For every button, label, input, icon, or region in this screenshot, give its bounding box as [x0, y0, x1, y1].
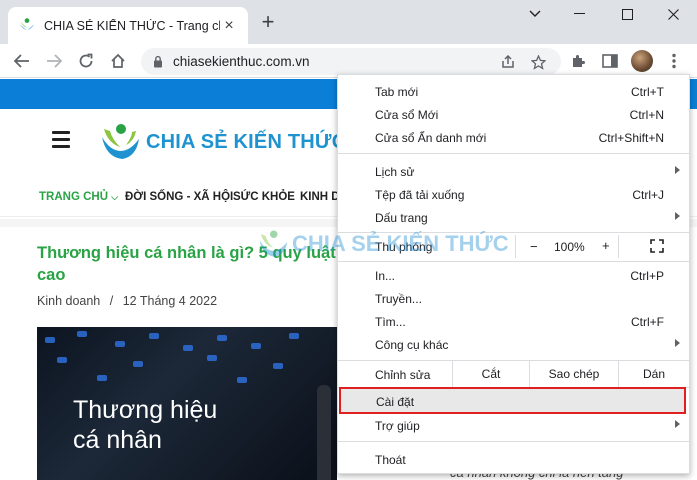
browser-toolbar: chiasekienthuc.com.vn — [0, 44, 697, 78]
menu-item-new-tab[interactable]: Tab mới Ctrl+T — [338, 80, 689, 103]
zoom-out-button[interactable]: − — [530, 239, 538, 254]
meta-separator: / — [109, 294, 114, 308]
menu-separator — [338, 232, 689, 233]
new-tab-icon[interactable]: + — [257, 11, 279, 34]
chevron-down-icon: ⌵ — [111, 192, 119, 202]
menu-item-zoom: Thu phóng − 100% + — [338, 235, 689, 258]
menu-item-incognito[interactable]: Cửa sổ Ẩn danh mới Ctrl+Shift+N — [338, 126, 689, 149]
nav-item-doi-song[interactable]: ĐỜI SỐNG - XÃ HỘI — [125, 191, 233, 203]
more-vert-icon[interactable] — [663, 50, 685, 72]
lock-icon[interactable] — [153, 55, 163, 68]
menu-item-new-window[interactable]: Cửa sổ Mới Ctrl+N — [338, 103, 689, 126]
profile-avatar[interactable] — [631, 50, 653, 72]
site-logo[interactable]: CHIA SẺ KIẾN THỨC — [100, 123, 346, 161]
menu-separator — [338, 261, 689, 262]
image-caption: Thương hiệu cá nhân — [73, 396, 218, 454]
article-title[interactable]: Thương hiệu cá nhân là gì? 5 quy luật ca… — [37, 242, 337, 286]
tab-title: CHIA SẺ KIẾN THỨC - Trang chủ — [44, 18, 220, 33]
cut-button[interactable]: Cắt — [452, 361, 529, 387]
url-text: chiasekienthuc.com.vn — [173, 54, 310, 69]
nav-item-suc-khoe[interactable]: SỨC KHỎE — [233, 191, 295, 203]
logo-icon — [102, 124, 139, 159]
zoom-level: 100% — [554, 240, 585, 254]
article-image[interactable]: Thương hiệu cá nhân — [37, 327, 337, 480]
tab-search-chevron-icon[interactable] — [512, 4, 558, 24]
logo-text: CHIA SẺ KIẾN THỨC — [146, 130, 347, 153]
window-close-icon[interactable] — [650, 4, 696, 24]
hamburger-menu-icon[interactable] — [52, 131, 70, 152]
nav-item-trang-chu[interactable]: TRANG CHỦ ⌵ — [39, 191, 118, 203]
menu-item-print[interactable]: In... Ctrl+P — [338, 264, 689, 287]
title-bar: CHIA SẺ KIẾN THỨC - Trang chủ × + — [0, 0, 697, 44]
article-date: 12 Tháng 4 2022 — [122, 294, 218, 308]
copy-button[interactable]: Sao chép — [529, 361, 618, 387]
menu-item-find[interactable]: Tìm... Ctrl+F — [338, 310, 689, 333]
menu-item-settings[interactable]: Cài đặt — [339, 387, 686, 414]
minimize-icon[interactable] — [557, 4, 603, 24]
site-favicon-icon — [19, 17, 35, 30]
menu-item-history[interactable]: Lịch sử — [338, 160, 689, 183]
browser-tab[interactable]: CHIA SẺ KIẾN THỨC - Trang chủ × — [8, 7, 248, 44]
menu-item-bookmarks[interactable]: Dấu trang — [338, 206, 689, 229]
menu-item-help[interactable]: Trợ giúp — [338, 414, 689, 437]
menu-separator — [338, 441, 689, 442]
submenu-arrow-icon — [675, 166, 680, 174]
article-category[interactable]: Kinh doanh — [37, 294, 100, 308]
submenu-arrow-icon — [675, 212, 680, 220]
menu-item-cast[interactable]: Truyền... — [338, 287, 689, 310]
fullscreen-icon[interactable] — [650, 239, 664, 253]
paste-button[interactable]: Dán — [618, 361, 689, 387]
zoom-controls: − 100% + — [515, 235, 619, 258]
maximize-icon[interactable] — [604, 4, 650, 24]
menu-item-downloads[interactable]: Tệp đã tải xuống Ctrl+J — [338, 183, 689, 206]
article-meta: Kinh doanh / 12 Tháng 4 2022 — [37, 294, 217, 308]
tab-close-icon[interactable]: × — [220, 17, 238, 35]
menu-item-more-tools[interactable]: Công cụ khác — [338, 333, 689, 356]
speaker-silhouette — [317, 385, 331, 480]
extensions-puzzle-icon[interactable] — [567, 50, 589, 72]
menu-separator — [338, 153, 689, 154]
side-panel-icon[interactable] — [599, 50, 621, 72]
zoom-in-button[interactable]: + — [602, 238, 610, 253]
menu-item-exit[interactable]: Thoát — [338, 448, 689, 471]
bookmark-star-icon[interactable] — [527, 51, 549, 73]
submenu-arrow-icon — [675, 420, 680, 428]
chrome-main-menu: Tab mới Ctrl+T Cửa sổ Mới Ctrl+N Cửa sổ Ẩn… — [337, 74, 690, 474]
menu-item-edit: Chỉnh sửa Cắt Sao chép Dán — [338, 361, 689, 387]
address-bar[interactable]: chiasekienthuc.com.vn — [141, 48, 561, 75]
forward-arrow-icon[interactable] — [43, 50, 65, 72]
submenu-arrow-icon — [675, 339, 680, 347]
home-icon[interactable] — [107, 50, 129, 72]
share-icon[interactable] — [497, 51, 519, 73]
back-arrow-icon[interactable] — [11, 50, 33, 72]
reload-icon[interactable] — [75, 50, 97, 72]
